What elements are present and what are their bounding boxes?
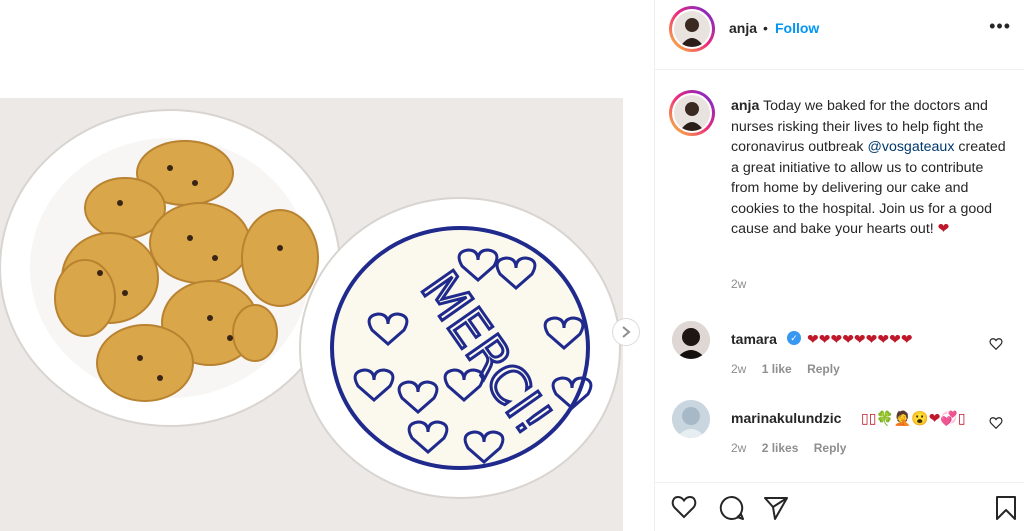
comment-username[interactable]: marinakulundzic — [731, 410, 841, 426]
verified-badge-icon: ✓ — [787, 331, 801, 345]
cake-and-cookies-photo: MERCI! — [0, 98, 623, 531]
post-image[interactable]: MERCI! — [0, 98, 623, 531]
comment-likes[interactable]: 2 likes — [762, 441, 799, 455]
user-photo-icon — [674, 11, 710, 47]
comment-likes[interactable]: 1 like — [762, 362, 792, 376]
caption-username[interactable]: anja — [731, 98, 759, 114]
comment-meta: 2w 2 likes Reply — [731, 441, 858, 455]
share-send-icon[interactable] — [763, 495, 789, 521]
comment-bubble-icon[interactable] — [719, 495, 745, 521]
post-details-panel: anja • Follow ••• anja Today we baked fo… — [654, 0, 1024, 531]
avatar[interactable] — [672, 321, 710, 359]
comment-timestamp[interactable]: 2w — [731, 362, 746, 376]
post-username[interactable]: anja — [729, 20, 757, 36]
comment-timestamp[interactable]: 2w — [731, 441, 746, 455]
post-header: anja • Follow ••• — [655, 0, 1024, 70]
reply-button[interactable]: Reply — [807, 362, 840, 376]
heart-outline-icon[interactable] — [989, 337, 1003, 351]
avatar[interactable] — [672, 400, 710, 438]
bookmark-icon[interactable] — [995, 495, 1017, 521]
avatar[interactable] — [672, 9, 712, 49]
user-photo-icon — [674, 95, 710, 131]
chevron-right-icon — [622, 326, 631, 338]
comment-username[interactable]: tamara — [731, 331, 777, 347]
user-photo-icon — [672, 400, 710, 438]
separator-dot: • — [763, 20, 768, 36]
comment-text: ▯▯🍀🤦😮❤💞▯ — [861, 410, 966, 426]
follow-button[interactable]: Follow — [775, 20, 819, 36]
avatar[interactable] — [672, 93, 712, 133]
mention-link[interactable]: @vosgateaux — [867, 139, 954, 155]
reply-button[interactable]: Reply — [814, 441, 847, 455]
comment-text: ❤❤❤❤❤❤❤❤❤ — [807, 331, 913, 347]
more-options-icon[interactable]: ••• — [989, 16, 1011, 37]
post-actions-bar — [655, 482, 1024, 531]
heart-outline-icon[interactable] — [989, 416, 1003, 430]
like-heart-icon[interactable] — [671, 495, 697, 519]
caption-text: anja Today we baked for the doctors and … — [731, 96, 1011, 240]
caption-timestamp[interactable]: 2w — [731, 277, 746, 291]
next-image-button[interactable] — [612, 318, 640, 346]
comment-meta: 2w 1 like Reply — [731, 362, 852, 376]
user-photo-icon — [672, 321, 710, 359]
heart-emoji: ❤ — [937, 221, 950, 237]
